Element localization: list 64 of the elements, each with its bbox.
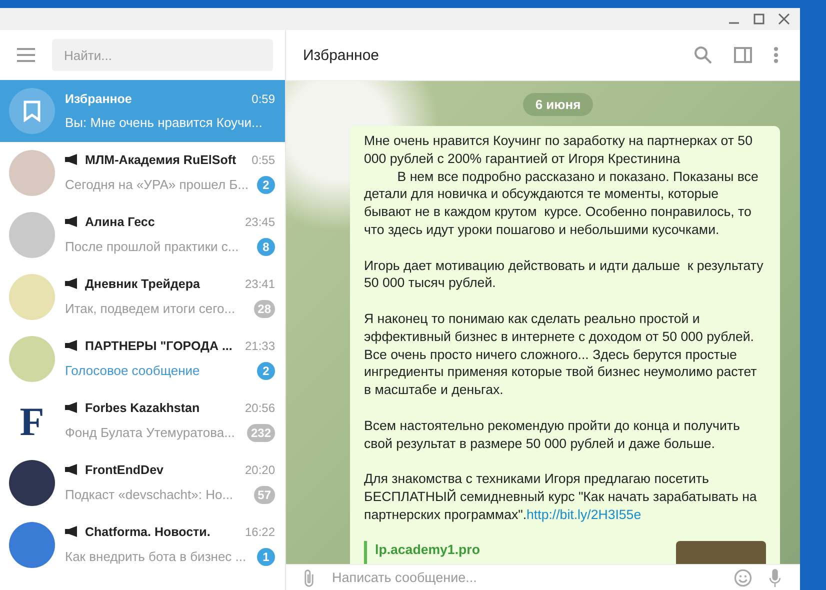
chat-name: МЛМ-Академия RuElSoft [85,152,238,166]
message-preview: Как внедрить бота в бизнес ... [65,549,248,564]
message-preview: Вы: Мне очень нравится Коучи... [65,115,264,130]
message-preview: Подкаст «devschacht»: Но... [65,487,234,502]
chat-item[interactable]: ПАРТНЕРЫ "ГОРОДА ... 21:33 Голосовое сообщение 2 [0,328,285,390]
emoji-icon[interactable] [732,568,754,586]
chat-time: 20:56 [244,400,275,414]
chat-name: FrontEndDev [85,462,164,476]
chat-item[interactable]: МЛМ-Академия RuElSoft 0:55 Сегодня на «УРА» прошел Б... 2 [0,142,285,204]
message-paragraph: Игорь дает мотивацию действовать и идти дальше к результату 50 000 тысяч рублей. [364,256,764,292]
chat-name: Избранное [65,92,133,106]
message-preview: Сегодня на «УРА» прошел Б... [65,177,250,192]
message-link[interactable]: http://bit.ly/2H3I55e [526,506,642,522]
chat-item[interactable]: FrontEndDev 20:20 Подкаст «devschacht»: Но... 57 [0,452,285,514]
unread-count: 2 [257,362,275,380]
avatar-placeholder [9,212,55,258]
message-paragraph: Мне очень нравится Коучинг по заработку на партнерках от 50 000 рублей с 200% гарантией от Игоря Крестинина В нем все подробно рассказано и показано. Показаны все детали для новичка и обсуждаются те моменты, которые бывают не в каждом крутом курсе. Особенно понравилось, то что здесь идут уроки пошагово и небольшими кусочками. [364,132,760,239]
message-preview: После прошлой практики с... [65,239,240,254]
chat-name: Дневник Трейдера [85,276,201,290]
unread-count: 2 [257,176,275,194]
chat-time: 23:45 [244,214,275,228]
message-paragraph: Я наконец то понимаю как сделать реально простой и эффективный бизнес в интернете с доходом от 50 000 рублей. Все очень просто ничего сложного... Здесь берутся простые ингредиенты применяя которые твой бизнес неумолимо растет в масштабе и деньгах. [364,310,758,399]
message-preview: Фонд Булата Утемуратова... [65,425,236,440]
chat-time: 0:55 [252,152,275,166]
chat-item[interactable]: F Forbes Kazakhstan 20:56 Фонд Булата Утемуратова... 232 [0,390,285,452]
search-field[interactable]: Найти... [52,39,273,71]
unread-count: 8 [257,238,275,256]
chat-item[interactable]: Chatforma. Новости. 16:22 Как внедрить бота в бизнес ... 1 [0,514,285,576]
avatar-placeholder [9,336,55,382]
chat-name: Forbes Kazakhstan [85,400,201,414]
chat-item[interactable]: Алина Гесс 23:45 После прошлой практики с... 8 [0,204,285,266]
menu-icon[interactable] [17,48,35,62]
chat-name: Алина Гесс [85,214,156,228]
unread-count: 1 [257,548,275,566]
unread-count: 232 [246,424,275,442]
sidebar-toggle-icon[interactable] [734,47,752,63]
chat-time: 21:33 [244,338,275,352]
avatar-placeholder [9,522,55,568]
message-paragraph: Всем настоятельно рекомендую пройти до конца и получить свой результат в размере 50 000 рублей и даже больше. [364,416,741,452]
message-preview: Итак, подведем итоги сего... [65,301,236,316]
message-paragraph: Для знакомства с техниками Игоря предлагаю посетить БЕСПЛАТНЫЙ семидневный курс "Как начать зарабатывать на партнерских программах".http://bit.ly/2H3I55e [364,470,758,524]
chat-time: 20:20 [244,462,275,476]
date-label: 6 июня [523,93,593,116]
chat-name: ПАРТНЕРЫ "ГОРОДА ... [85,338,234,352]
unread-count: 57 [254,486,275,504]
bookmark-avatar [9,88,55,134]
close-icon[interactable] [778,13,790,25]
chat-time: 16:22 [244,524,275,538]
avatar-placeholder [9,460,55,506]
search-icon[interactable] [694,46,712,64]
avatar-placeholder [9,274,55,320]
message-preview: Голосовое сообщение [65,363,201,378]
letter-avatar: F [18,398,46,444]
chat-item[interactable]: Дневник Трейдера 23:41 Итак, подведем итоги сего... 28 [0,266,285,328]
paperclip-icon[interactable] [302,568,316,586]
more-icon[interactable] [774,47,778,63]
microphone-icon[interactable] [768,568,782,586]
chat-name: Chatforma. Новости. [85,524,212,538]
chat-time: 23:41 [244,276,275,290]
maximize-icon[interactable] [753,13,765,25]
chat-time: 0:59 [252,92,275,106]
chat-title: Избранное [303,46,380,64]
avatar-placeholder [9,150,55,196]
unread-count: 28 [254,300,275,318]
